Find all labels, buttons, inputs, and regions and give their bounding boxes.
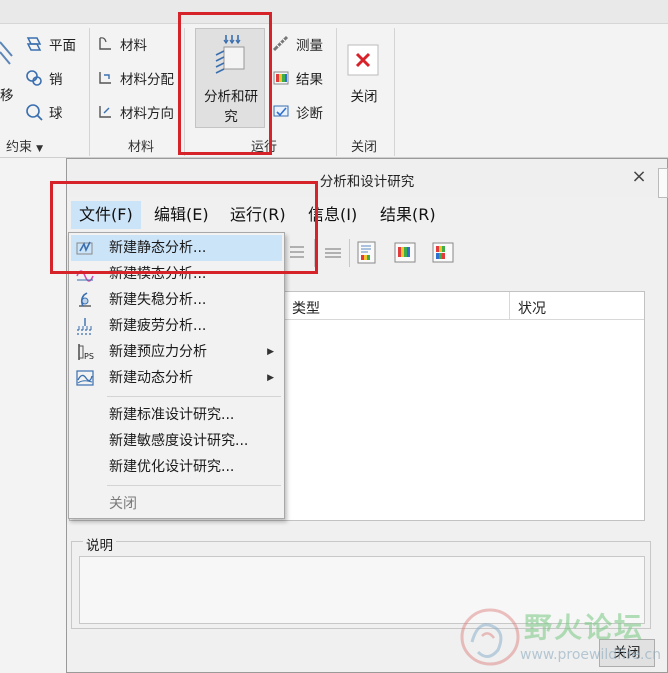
ribbon-results-button[interactable]: 结果 bbox=[272, 68, 323, 88]
ribbon-plane-label: 平面 bbox=[49, 38, 76, 54]
material-icon bbox=[99, 37, 111, 50]
ribbon-measure-label: 测量 bbox=[296, 38, 323, 54]
menu-item-new-prestress-analysis[interactable]: 新建预应力分析 ▶ bbox=[71, 339, 282, 365]
submenu-arrow-icon: ▶ bbox=[267, 347, 274, 357]
ribbon-pin-label: 销 bbox=[49, 72, 63, 88]
ribbon-material-button[interactable]: 材料 bbox=[96, 34, 147, 54]
menu-item-label: 新建动态分析 bbox=[109, 370, 193, 386]
ribbon-close-label: 关闭 bbox=[350, 89, 378, 105]
watermark-logo bbox=[460, 608, 520, 666]
menu-item-label: 新建预应力分析 bbox=[109, 344, 207, 360]
ribbon-material-label: 材料 bbox=[120, 38, 147, 54]
plane-icon bbox=[26, 37, 42, 51]
dynamic-analysis-icon bbox=[76, 370, 94, 386]
group-separator bbox=[394, 28, 395, 156]
column-header-type[interactable]: 类型 bbox=[292, 298, 320, 318]
dialog-close-icon[interactable]: × bbox=[630, 168, 648, 186]
menu-item-label: 新建标准设计研究... bbox=[109, 407, 235, 423]
ball-icon bbox=[26, 104, 43, 121]
ribbon-results-label: 结果 bbox=[296, 72, 323, 88]
measure-icon bbox=[272, 35, 289, 52]
caret-down-icon: ▼ bbox=[36, 144, 44, 154]
toolbar-results-button[interactable] bbox=[391, 239, 417, 265]
results-compare-icon bbox=[432, 242, 454, 263]
ribbon: 移 平面 销 球 约束 ▼ 材料 材料分配 材料方向 材料 分析和研 究 测量 … bbox=[0, 0, 668, 158]
menu-item-close[interactable]: 关闭 bbox=[71, 491, 282, 517]
ribbon-material-assign-label: 材料分配 bbox=[120, 72, 174, 88]
menu-item-label: 新建疲劳分析... bbox=[109, 318, 207, 334]
results-icon bbox=[273, 71, 289, 85]
ribbon-plane-button[interactable]: 平面 bbox=[25, 34, 76, 54]
ribbon-tab-strip bbox=[0, 0, 668, 24]
menu-item-new-buckling-analysis[interactable]: 新建失稳分析... bbox=[71, 287, 282, 313]
pin-icon bbox=[26, 70, 42, 86]
toolbar-lines-button[interactable] bbox=[319, 239, 345, 265]
ribbon-material-assign-button[interactable]: 材料分配 bbox=[96, 68, 174, 88]
menu-item-label: 新建优化设计研究... bbox=[109, 459, 235, 475]
constraint-group-label[interactable]: 约束 ▼ bbox=[6, 136, 56, 155]
ribbon-diagnose-button[interactable]: 诊断 bbox=[272, 102, 323, 122]
file-menu-dropdown: 新建静态分析... 新建模态分析... 新建失稳分析... 新建疲劳分析... … bbox=[68, 232, 285, 519]
ribbon-pin-button[interactable]: 销 bbox=[25, 68, 63, 88]
buckling-analysis-icon bbox=[79, 292, 91, 307]
submenu-arrow-icon: ▶ bbox=[267, 373, 274, 383]
ribbon-ball-button[interactable]: 球 bbox=[25, 102, 63, 122]
menu-item-new-fatigue-analysis[interactable]: 新建疲劳分析... bbox=[71, 313, 282, 339]
partial-ribbon-label[interactable]: 移 bbox=[0, 84, 14, 104]
highlight-box-analysis-button bbox=[178, 12, 272, 155]
menu-results[interactable]: 结果(R) bbox=[372, 201, 444, 229]
menu-item-label: 新建失稳分析... bbox=[109, 292, 207, 308]
column-divider bbox=[509, 292, 510, 320]
ribbon-diagnose-label: 诊断 bbox=[296, 106, 323, 122]
ribbon-ball-label: 球 bbox=[49, 106, 63, 122]
description-label: 说明 bbox=[83, 534, 116, 554]
ribbon-material-orient-button[interactable]: 材料方向 bbox=[96, 102, 174, 122]
toolbar-results-compare-button[interactable] bbox=[429, 239, 455, 265]
close-group-label: 关闭 bbox=[350, 140, 377, 155]
close-icon bbox=[347, 44, 379, 76]
material-orient-icon bbox=[99, 106, 111, 118]
graphics-window-edge bbox=[658, 168, 668, 198]
toolbar-separator bbox=[349, 239, 350, 267]
toolbar-status-button[interactable] bbox=[353, 239, 379, 265]
menu-item-new-standard-study[interactable]: 新建标准设计研究... bbox=[71, 402, 282, 428]
group-separator bbox=[336, 28, 337, 156]
menu-item-new-dynamic-analysis[interactable]: 新建动态分析 ▶ bbox=[71, 365, 282, 391]
menu-separator bbox=[107, 396, 281, 397]
material-group-label: 材料 bbox=[127, 140, 154, 155]
menu-item-new-optimization-study[interactable]: 新建优化设计研究... bbox=[71, 454, 282, 480]
svg-text:PS: PS bbox=[84, 352, 94, 361]
fatigue-analysis-icon bbox=[77, 318, 93, 335]
prestress-analysis-icon: PS bbox=[78, 344, 94, 361]
material-assign-icon bbox=[99, 72, 111, 84]
highlight-box-file-menu bbox=[50, 181, 318, 274]
partial-tool-icon[interactable] bbox=[0, 38, 14, 72]
column-header-status[interactable]: 状况 bbox=[518, 298, 546, 318]
menu-item-label: 新建敏感度设计研究... bbox=[109, 433, 249, 449]
menu-item-label: 关闭 bbox=[109, 496, 137, 512]
status-report-icon bbox=[357, 241, 376, 264]
menu-separator bbox=[107, 485, 281, 486]
menu-item-new-sensitivity-study[interactable]: 新建敏感度设计研究... bbox=[71, 428, 282, 454]
diagnose-icon bbox=[273, 105, 289, 117]
ribbon-close-button[interactable]: 关闭 bbox=[344, 40, 384, 110]
text-lines-icon bbox=[325, 248, 341, 258]
ribbon-material-orient-label: 材料方向 bbox=[120, 106, 174, 122]
ribbon-measure-button[interactable]: 测量 bbox=[272, 34, 323, 54]
group-separator bbox=[89, 28, 90, 156]
watermark-title: 野火论坛 bbox=[524, 611, 645, 644]
results-window-icon bbox=[394, 242, 416, 263]
watermark-url: www.proewildfire.cn bbox=[520, 647, 662, 663]
